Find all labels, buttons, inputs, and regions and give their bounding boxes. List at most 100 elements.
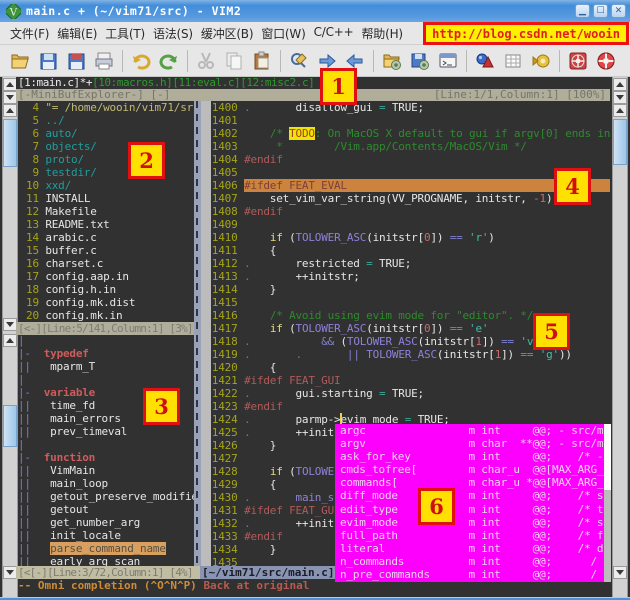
explorer-line[interactable]: 5 ../: [19, 114, 194, 127]
find-replace-icon[interactable]: [289, 51, 309, 71]
completion-item[interactable]: commands[ m char_u *@@[MAX_ARG_: [335, 476, 611, 489]
code-line[interactable]: 1421#ifdef FEAT_GUI: [211, 374, 610, 387]
file-explorer-pane[interactable]: 4 "= /home/wooin/vim71/src/5 ../6 auto/7…: [16, 101, 194, 322]
save-session-icon[interactable]: [410, 51, 430, 71]
code-line[interactable]: 1401: [211, 114, 610, 127]
code-line[interactable]: 1414 }: [211, 283, 610, 296]
menu-f[interactable]: 文件(F): [6, 22, 53, 45]
scrollbar-thumb[interactable]: [3, 405, 17, 447]
explorer-line[interactable]: 12 Makefile: [19, 205, 194, 218]
maximize-button[interactable]: ☐: [593, 4, 608, 18]
redo-icon[interactable]: [159, 51, 179, 71]
code-line[interactable]: 1413. ++initstr;: [211, 270, 610, 283]
right-scrollbar[interactable]: [612, 77, 628, 597]
code-line[interactable]: 1411 {: [211, 244, 610, 257]
explorer-line[interactable]: 13 README.txt: [19, 218, 194, 231]
make-icon[interactable]: [475, 51, 495, 71]
completion-item[interactable]: literal m int @@; /* don: [335, 542, 611, 555]
scrollbar-thumb[interactable]: [3, 119, 17, 167]
menu-t[interactable]: 工具(T): [101, 22, 149, 45]
find-help-icon[interactable]: [568, 51, 588, 71]
run-script-icon[interactable]: [438, 51, 458, 71]
tag-jump-icon[interactable]: [531, 51, 551, 71]
scroll-up-button[interactable]: [3, 78, 17, 91]
menu-cc[interactable]: C/C++: [310, 22, 358, 45]
code-line[interactable]: 1406#ifdef FEAT_EVAL: [211, 179, 610, 192]
cut-icon[interactable]: [196, 51, 216, 71]
completion-item[interactable]: n_pre_commands m int @@; /: [335, 568, 611, 581]
code-line[interactable]: 1412. restricted = TRUE;: [211, 257, 610, 270]
explorer-line[interactable]: 20 config.mk.in: [19, 309, 194, 322]
print-icon[interactable]: [94, 51, 114, 71]
scroll-down-button[interactable]: [613, 91, 627, 104]
close-button[interactable]: ✕: [611, 4, 626, 18]
code-line[interactable]: 1407 set_vim_var_string(VV_PROGNAME, ini…: [211, 192, 610, 205]
explorer-line[interactable]: 6 auto/: [19, 127, 194, 140]
popup-scrollbar-thumb[interactable]: [604, 424, 611, 490]
scrollbar-thumb[interactable]: [613, 119, 627, 165]
scroll-up-button[interactable]: [3, 334, 17, 347]
completion-item[interactable]: ask_for_key m int @@; /* -x: [335, 450, 611, 463]
scroll-down-button[interactable]: [3, 91, 17, 104]
scroll-down-button[interactable]: [3, 566, 17, 579]
explorer-line[interactable]: 14 arabic.c: [19, 231, 194, 244]
explorer-line[interactable]: 7 objects/: [19, 140, 194, 153]
code-line[interactable]: 1410 if (TOLOWER_ASC(initstr[0]) == 'r'): [211, 231, 610, 244]
menu-w[interactable]: 窗口(W): [257, 22, 309, 45]
explorer-line[interactable]: 17 config.aap.in: [19, 270, 194, 283]
scroll-up-button[interactable]: [613, 78, 627, 91]
menu-h[interactable]: 帮助(H): [357, 22, 406, 45]
run-ctags-icon[interactable]: [503, 51, 523, 71]
scroll-down-button[interactable]: [613, 566, 627, 579]
completion-item[interactable]: evim_mode m int @@; /* sta: [335, 516, 611, 529]
code-line[interactable]: 1402 /* TODO: On MacOS X default to gui …: [211, 127, 610, 140]
taglist-line[interactable]: || early_arg_scan: [18, 556, 194, 566]
explorer-line[interactable]: 16 charset.c: [19, 257, 194, 270]
taglist-line[interactable]: || prev_timeval: [18, 426, 194, 439]
menu-b[interactable]: 缓冲区(B): [197, 22, 257, 45]
explorer-line[interactable]: 9 testdir/: [19, 166, 194, 179]
code-line[interactable]: 1422. gui.starting = TRUE;: [211, 387, 610, 400]
completion-item[interactable]: edit_type m int @@; /* typ: [335, 503, 611, 516]
completion-item[interactable]: full_path m int @@; /* fil: [335, 529, 611, 542]
code-line[interactable]: 1423#endif: [211, 400, 610, 413]
popup-scrollbar[interactable]: [604, 424, 611, 582]
help-icon[interactable]: [596, 51, 616, 71]
explorer-line[interactable]: 10 xxd/: [19, 179, 194, 192]
save-all-icon[interactable]: [66, 51, 86, 71]
scroll-down-button[interactable]: [3, 318, 17, 331]
explorer-line[interactable]: 18 config.h.in: [19, 283, 194, 296]
open-file-icon[interactable]: [10, 51, 30, 71]
explorer-line[interactable]: 4 "= /home/wooin/vim71/src/: [19, 101, 194, 114]
omni-completion-popup[interactable]: argc m int @@; - src/maiargv m char **@@…: [335, 424, 611, 582]
completion-item[interactable]: argc m int @@; - src/mai: [335, 424, 611, 437]
scroll-up-button[interactable]: [613, 104, 627, 117]
load-session-icon[interactable]: [382, 51, 402, 71]
explorer-line[interactable]: 15 buffer.c: [19, 244, 194, 257]
taglist-pane[interactable]: ||- typedef|| mparm_T||- variable|| time…: [16, 335, 194, 566]
completion-item[interactable]: argv m char **@@; - src/ma: [335, 437, 611, 450]
menu-s[interactable]: 语法(S): [149, 22, 197, 45]
explorer-line[interactable]: 19 config.mk.dist: [19, 296, 194, 309]
minimize-button[interactable]: ▁: [575, 4, 590, 18]
explorer-line[interactable]: 11 INSTALL: [19, 192, 194, 205]
code-line[interactable]: 1409: [211, 218, 610, 231]
taglist-line[interactable]: || mparm_T: [18, 361, 194, 374]
completion-item[interactable]: cmds_tofree[ m char_u @@[MAX_ARG_C: [335, 463, 611, 476]
copy-icon[interactable]: [224, 51, 244, 71]
code-line[interactable]: 1408#endif: [211, 205, 610, 218]
save-file-icon[interactable]: [38, 51, 58, 71]
explorer-line[interactable]: 8 proto/: [19, 153, 194, 166]
menu-e[interactable]: 编辑(E): [53, 22, 101, 45]
code-line[interactable]: 1403 * /Vim.app/Contents/MacOS/Vim */: [211, 140, 610, 153]
undo-icon[interactable]: [131, 51, 151, 71]
code-line[interactable]: 1404#endif: [211, 153, 610, 166]
completion-item[interactable]: diff_mode m int @@; /* sta: [335, 489, 611, 502]
paste-icon[interactable]: [252, 51, 272, 71]
completion-item[interactable]: n_commands m int @@; /: [335, 555, 611, 568]
code-line[interactable]: 1420 {: [211, 361, 610, 374]
code-line[interactable]: 1405: [211, 166, 610, 179]
scroll-up-button[interactable]: [3, 104, 17, 117]
vertical-split-separator[interactable]: [194, 101, 201, 566]
code-line[interactable]: 1400. disallow_gui = TRUE;: [211, 101, 610, 114]
